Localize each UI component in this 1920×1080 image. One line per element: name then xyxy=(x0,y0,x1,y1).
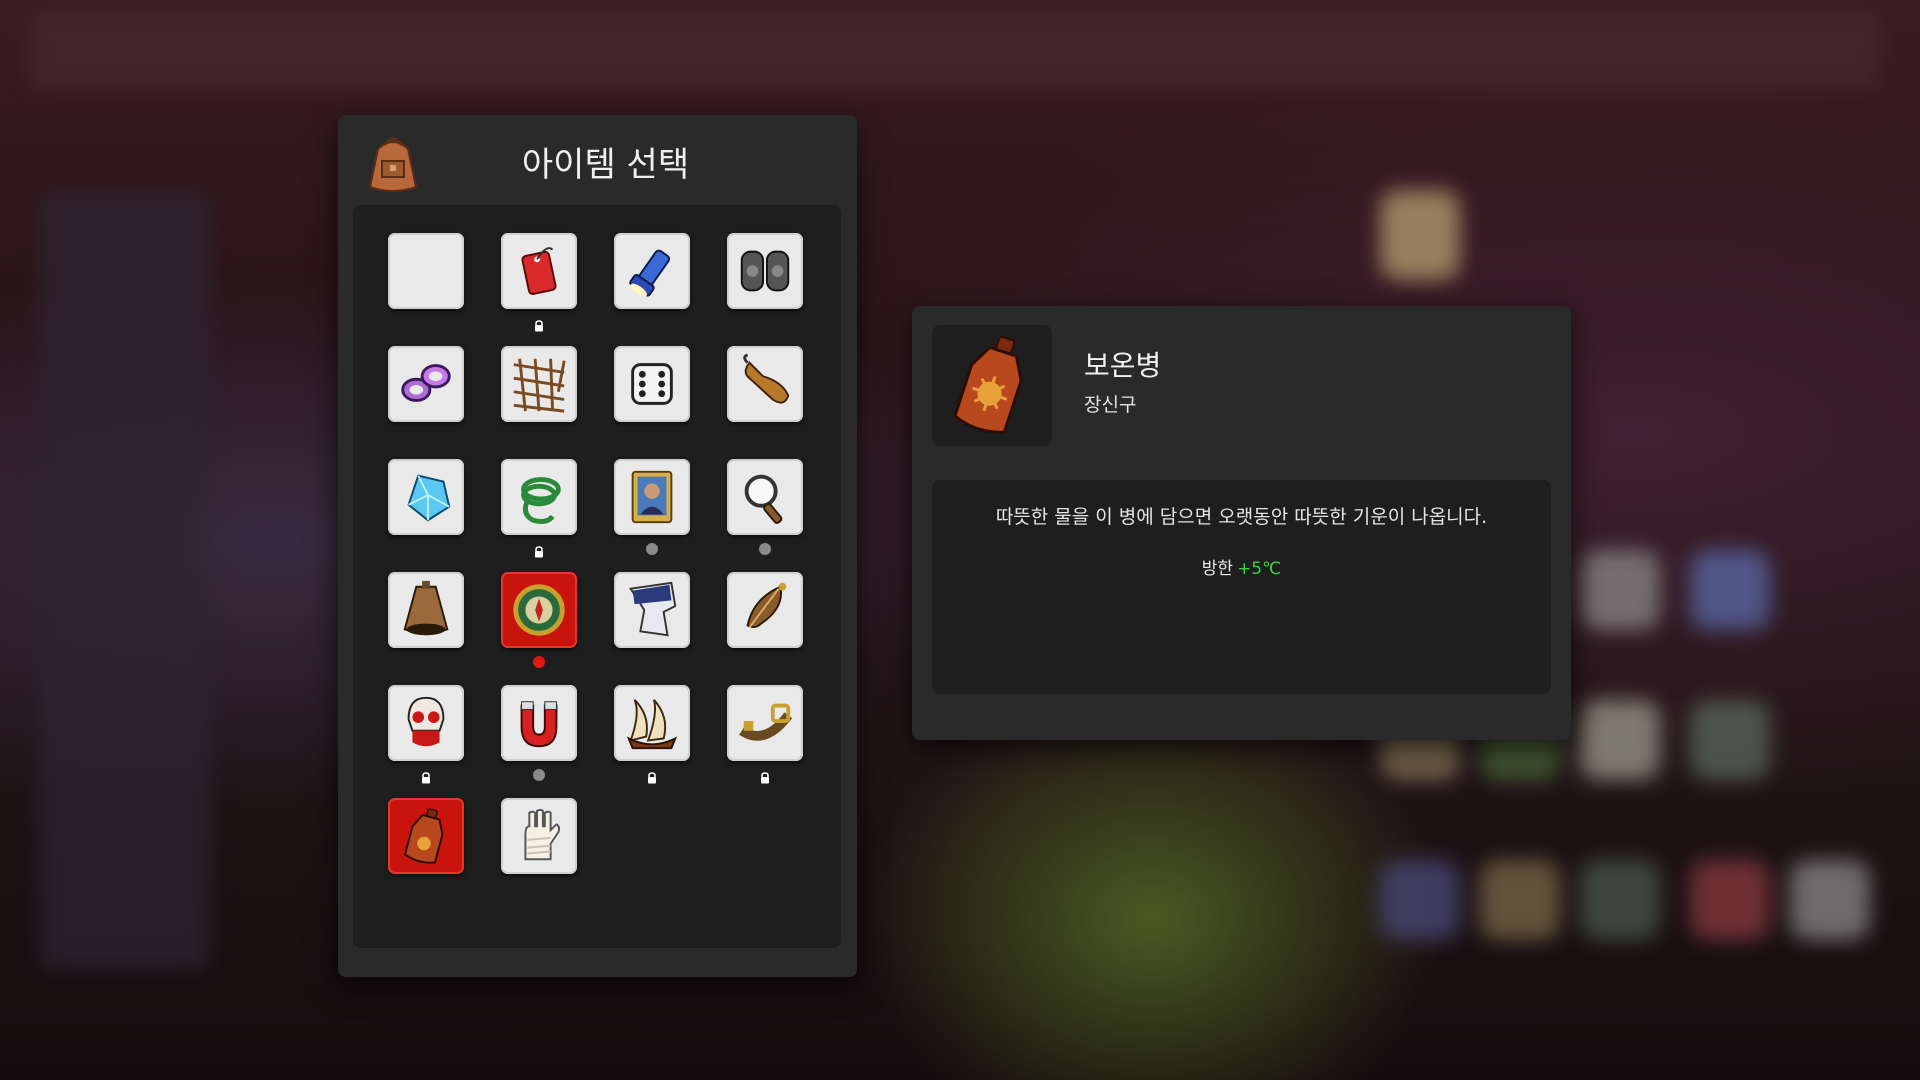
item-slot[interactable] xyxy=(388,798,464,874)
item-select-header: 아이템 선택 xyxy=(338,115,857,203)
item-slot[interactable] xyxy=(388,459,464,535)
feather-charm-icon xyxy=(746,582,787,629)
item-slot[interactable] xyxy=(614,685,690,761)
magnifier-icon xyxy=(744,474,783,524)
blurred-slot xyxy=(1480,860,1560,940)
torn-flyer-icon xyxy=(629,581,677,637)
item-grid xyxy=(353,205,841,948)
item-slot[interactable] xyxy=(614,346,690,422)
blurred-slot xyxy=(1580,700,1660,780)
lock-icon xyxy=(646,769,658,784)
blurred-top-bar xyxy=(30,10,1880,90)
status-dot-indicator xyxy=(759,543,771,555)
flashlight-icon xyxy=(629,249,671,297)
item-slot[interactable] xyxy=(614,459,690,535)
item-slot[interactable] xyxy=(388,346,464,422)
hot-water-bottle-icon xyxy=(953,335,1023,434)
item-slot[interactable] xyxy=(727,346,803,422)
item-slot[interactable] xyxy=(501,798,577,874)
item-description: 따뜻한 물을 이 병에 담으면 오랫동안 따뜻한 기운이 나옵니다. xyxy=(995,506,1488,528)
blurred-figure xyxy=(1380,190,1460,280)
selected-dot-indicator xyxy=(533,656,545,668)
item-slot[interactable] xyxy=(727,572,803,648)
item-slot[interactable] xyxy=(614,233,690,309)
item-slot[interactable] xyxy=(388,572,464,648)
item-slot[interactable] xyxy=(727,459,803,535)
item-name: 보온병 xyxy=(1084,349,1162,382)
skull-icon xyxy=(407,696,445,747)
rope-icon xyxy=(521,477,561,524)
knee-pads-icon xyxy=(740,250,790,292)
blurred-slot xyxy=(1580,860,1660,940)
lock-icon xyxy=(533,317,545,332)
bandaged-hand-icon xyxy=(524,808,560,861)
item-slot[interactable] xyxy=(388,685,464,761)
detail-icon-frame xyxy=(932,325,1052,446)
net-icon xyxy=(513,358,566,413)
magnet-icon xyxy=(520,701,558,748)
item-description-box: 따뜻한 물을 이 병에 담으면 오랫동안 따뜻한 기운이 나옵니다. 방한 +5℃ xyxy=(932,480,1551,694)
item-detail-panel: 보온병 장신구 따뜻한 물을 이 병에 담으면 오랫동안 따뜻한 기운이 나옵니… xyxy=(912,306,1571,740)
blurred-slot xyxy=(1580,550,1660,630)
item-slot[interactable] xyxy=(501,572,577,648)
item-select-title: 아이템 선택 xyxy=(521,145,690,185)
rings-icon xyxy=(401,364,451,402)
dice-icon xyxy=(631,363,673,405)
portrait-card-icon xyxy=(631,470,673,524)
item-slot[interactable] xyxy=(501,459,577,535)
item-stat: 방한 +5℃ xyxy=(932,554,1551,579)
item-slot[interactable] xyxy=(727,233,803,309)
lock-icon xyxy=(759,769,771,784)
lock-icon xyxy=(420,769,432,784)
item-slot[interactable] xyxy=(501,233,577,309)
lock-icon xyxy=(533,543,545,558)
stat-value: +5℃ xyxy=(1237,559,1282,579)
belt-icon xyxy=(739,703,793,741)
hot-water-bottle-icon xyxy=(403,808,444,864)
claw-icon xyxy=(626,699,678,750)
crystal-icon xyxy=(407,474,451,522)
compass-icon xyxy=(513,584,565,636)
status-dot-indicator xyxy=(533,769,545,781)
blurred-left-column xyxy=(40,190,210,970)
stat-label: 방한 xyxy=(1201,559,1234,579)
item-slot[interactable] xyxy=(501,346,577,422)
blurred-slot xyxy=(1690,860,1770,940)
blurred-slot xyxy=(1690,550,1770,630)
blurred-slot xyxy=(1690,700,1770,780)
item-slot[interactable] xyxy=(501,685,577,761)
blurred-slot xyxy=(1380,860,1460,940)
status-dot-indicator xyxy=(646,543,658,555)
item-slot[interactable] xyxy=(614,572,690,648)
hook-icon xyxy=(743,353,790,404)
red-tag-icon xyxy=(521,247,557,295)
cowbell-icon xyxy=(403,580,449,636)
blurred-slot xyxy=(1790,860,1870,940)
item-slot[interactable] xyxy=(727,685,803,761)
item-slot[interactable] xyxy=(388,233,464,309)
item-category: 장신구 xyxy=(1084,394,1137,416)
item-select-panel: 아이템 선택 xyxy=(338,115,857,977)
